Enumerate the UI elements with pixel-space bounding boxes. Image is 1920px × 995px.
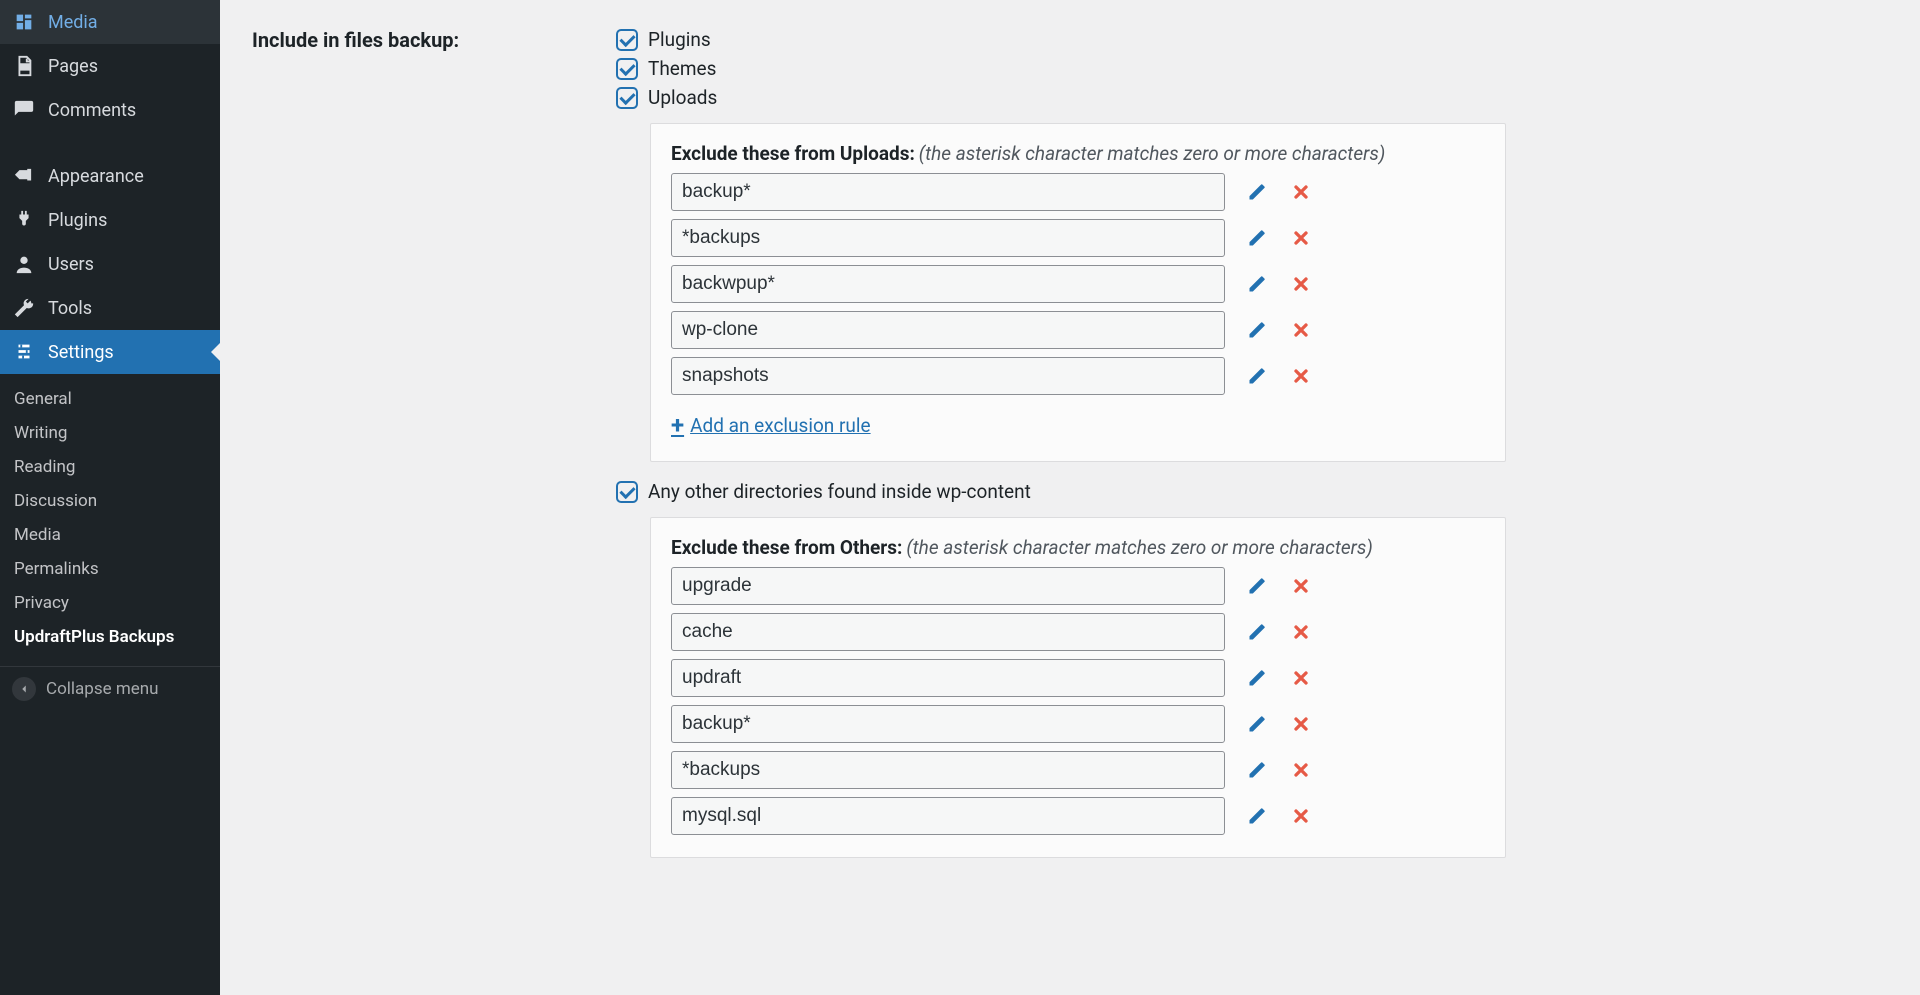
delete-icon[interactable] [1289,666,1313,690]
add-rule-label: Add an exclusion rule [690,414,871,437]
delete-icon[interactable] [1289,712,1313,736]
plugins-icon [12,208,36,232]
sidebar-item-settings[interactable]: Settings [0,330,220,374]
delete-icon[interactable] [1289,226,1313,250]
users-icon [12,252,36,276]
plus-icon: + [671,411,684,439]
pages-icon [12,54,36,78]
delete-icon[interactable] [1289,180,1313,204]
delete-icon[interactable] [1289,804,1313,828]
others-checkbox[interactable] [616,481,638,503]
delete-icon[interactable] [1289,758,1313,782]
sidebar-item-plugins[interactable]: Plugins [0,198,220,242]
sidebar-item-label: Pages [48,56,98,77]
others-checkbox-label[interactable]: Any other directories found inside wp-co… [648,480,1031,503]
submenu-reading[interactable]: Reading [0,450,220,484]
delete-icon[interactable] [1289,620,1313,644]
add-exclusion-rule-link[interactable]: + Add an exclusion rule [671,411,871,439]
uploads-rule-input[interactable] [671,265,1225,303]
submenu-general[interactable]: General [0,382,220,416]
edit-icon[interactable] [1245,180,1269,204]
submenu-media[interactable]: Media [0,518,220,552]
menu-separator [0,132,220,154]
edit-icon[interactable] [1245,574,1269,598]
uploads-rule-input[interactable] [671,357,1225,395]
edit-icon[interactable] [1245,226,1269,250]
uploads-exclude-box: Exclude these from Uploads: (the asteris… [650,123,1506,462]
others-rule-input[interactable] [671,659,1225,697]
others-rule-input[interactable] [671,797,1225,835]
section-label: Include in files backup: [252,28,596,52]
others-exclude-box: Exclude these from Others: (the asterisk… [650,517,1506,858]
edit-icon[interactable] [1245,666,1269,690]
sidebar-item-users[interactable]: Users [0,242,220,286]
settings-submenu: General Writing Reading Discussion Media… [0,374,220,662]
sidebar-item-tools[interactable]: Tools [0,286,220,330]
sidebar-item-label: Users [48,254,94,275]
uploads-rule-input[interactable] [671,219,1225,257]
appearance-icon [12,164,36,188]
edit-icon[interactable] [1245,620,1269,644]
sidebar-item-comments[interactable]: Comments [0,88,220,132]
collapse-label: Collapse menu [46,679,159,699]
themes-checkbox[interactable] [616,58,638,80]
delete-icon[interactable] [1289,318,1313,342]
uploads-exclude-title: Exclude these from Uploads: [671,142,915,165]
edit-icon[interactable] [1245,804,1269,828]
comments-icon [12,98,36,122]
edit-icon[interactable] [1245,364,1269,388]
edit-icon[interactable] [1245,318,1269,342]
collapse-menu-button[interactable]: Collapse menu [0,666,220,711]
collapse-icon [12,677,36,701]
sidebar-item-label: Settings [48,342,114,363]
submenu-discussion[interactable]: Discussion [0,484,220,518]
main-content: Include in files backup: Plugins Themes … [220,0,1920,995]
sidebar-item-label: Plugins [48,210,107,231]
submenu-writing[interactable]: Writing [0,416,220,450]
uploads-rule-input[interactable] [671,311,1225,349]
edit-icon[interactable] [1245,758,1269,782]
media-icon [12,10,36,34]
sidebar-item-media[interactable]: Media [0,0,220,44]
sidebar-item-label: Tools [48,298,92,319]
edit-icon[interactable] [1245,712,1269,736]
delete-icon[interactable] [1289,574,1313,598]
sidebar-item-label: Appearance [48,166,144,187]
others-rule-input[interactable] [671,613,1225,651]
edit-icon[interactable] [1245,272,1269,296]
others-rule-input[interactable] [671,705,1225,743]
submenu-privacy[interactable]: Privacy [0,586,220,620]
others-exclude-hint: (the asterisk character matches zero or … [906,536,1373,559]
delete-icon[interactable] [1289,364,1313,388]
uploads-checkbox[interactable] [616,87,638,109]
uploads-rule-input[interactable] [671,173,1225,211]
delete-icon[interactable] [1289,272,1313,296]
others-exclude-title: Exclude these from Others: [671,536,902,559]
sidebar-item-appearance[interactable]: Appearance [0,154,220,198]
sidebar-item-pages[interactable]: Pages [0,44,220,88]
themes-checkbox-label[interactable]: Themes [648,57,716,80]
plugins-checkbox-label[interactable]: Plugins [648,28,711,51]
submenu-permalinks[interactable]: Permalinks [0,552,220,586]
sidebar-item-label: Comments [48,100,136,121]
others-rule-input[interactable] [671,567,1225,605]
uploads-checkbox-label[interactable]: Uploads [648,86,717,109]
uploads-exclude-hint: (the asterisk character matches zero or … [919,142,1386,165]
others-rule-input[interactable] [671,751,1225,789]
sidebar-item-label: Media [48,12,98,33]
tools-icon [12,296,36,320]
submenu-updraftplus[interactable]: UpdraftPlus Backups [0,620,220,654]
settings-icon [12,340,36,364]
plugins-checkbox[interactable] [616,29,638,51]
admin-sidebar: Media Pages Comments Appearance Plugins … [0,0,220,995]
